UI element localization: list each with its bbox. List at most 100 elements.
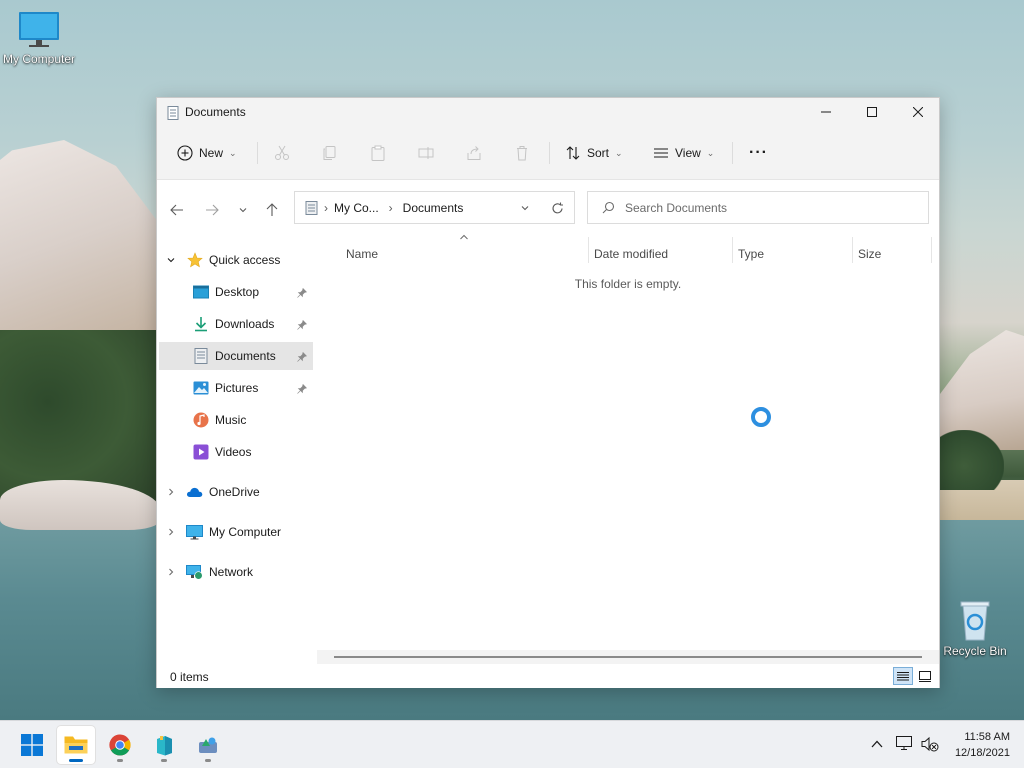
start-button[interactable] bbox=[13, 726, 51, 764]
share-button[interactable] bbox=[466, 138, 482, 168]
recent-locations-button[interactable] bbox=[232, 199, 254, 221]
network-status-button[interactable] bbox=[894, 733, 916, 755]
chevron-down-icon: ⌄ bbox=[615, 147, 623, 158]
nav-label: Music bbox=[215, 413, 247, 427]
music-icon bbox=[193, 412, 209, 428]
details-view-button[interactable] bbox=[893, 667, 913, 685]
taskbar-chrome[interactable] bbox=[101, 726, 139, 764]
cut-icon bbox=[275, 145, 289, 160]
taskbar-app-extra[interactable] bbox=[189, 726, 227, 764]
empty-folder-message: This folder is empty. bbox=[574, 277, 682, 291]
column-divider[interactable] bbox=[732, 237, 733, 263]
breadcrumb-item[interactable]: Documents bbox=[403, 201, 464, 215]
nav-my-computer[interactable]: My Computer bbox=[159, 518, 313, 546]
back-button[interactable] bbox=[166, 199, 188, 221]
view-list-icon bbox=[654, 148, 668, 158]
breadcrumb-separator-icon: › bbox=[324, 200, 328, 215]
videos-icon bbox=[193, 444, 209, 460]
nav-label: Quick access bbox=[209, 253, 281, 267]
refresh-icon[interactable] bbox=[551, 202, 564, 215]
nav-label: Documents bbox=[215, 349, 276, 363]
chevron-right-icon bbox=[169, 488, 174, 496]
network-disconnected-icon bbox=[896, 736, 912, 750]
details-view-icon bbox=[897, 672, 909, 681]
column-label: Type bbox=[738, 247, 765, 261]
chevron-down-icon[interactable] bbox=[520, 203, 530, 213]
clock-time: 11:58 AM bbox=[964, 731, 1010, 743]
column-header-type[interactable]: Type bbox=[738, 242, 764, 266]
nav-quick-access[interactable]: Quick access bbox=[159, 246, 313, 274]
chevron-down-icon: ⌄ bbox=[229, 147, 237, 158]
close-button[interactable] bbox=[895, 98, 941, 126]
search-box[interactable]: Search Documents bbox=[587, 191, 929, 224]
column-header-date-modified[interactable]: Date modified bbox=[594, 242, 668, 266]
delete-button[interactable] bbox=[514, 138, 530, 168]
nav-item-downloads[interactable]: Downloads bbox=[159, 310, 313, 338]
column-divider[interactable] bbox=[931, 237, 932, 263]
rename-icon bbox=[418, 147, 434, 159]
pin-icon[interactable] bbox=[297, 287, 308, 301]
more-options-button[interactable]: ··· bbox=[749, 138, 768, 168]
thumbnail-view-icon bbox=[919, 670, 931, 682]
star-icon bbox=[187, 252, 203, 268]
taskbar-clock[interactable]: 11:58 AM 12/18/2021 bbox=[955, 729, 1010, 761]
nav-item-pictures[interactable]: Pictures bbox=[159, 374, 313, 402]
toolbar-divider bbox=[549, 142, 550, 164]
rename-button[interactable] bbox=[418, 138, 434, 168]
minimize-button[interactable] bbox=[803, 98, 849, 126]
desktop-folder-icon bbox=[193, 285, 209, 299]
show-hidden-icons-button[interactable] bbox=[866, 733, 888, 755]
documents-icon bbox=[194, 348, 208, 364]
forward-button[interactable] bbox=[201, 199, 223, 221]
desktop-icon-label: My Computer bbox=[2, 52, 76, 66]
nav-item-desktop[interactable]: Desktop bbox=[159, 278, 313, 306]
pin-icon[interactable] bbox=[297, 383, 308, 397]
view-button[interactable]: View ⌄ bbox=[653, 138, 714, 168]
nav-label: Downloads bbox=[215, 317, 275, 331]
app-icon bbox=[199, 737, 217, 753]
chrome-icon bbox=[109, 734, 131, 756]
horizontal-scrollbar[interactable] bbox=[317, 650, 939, 664]
running-indicator bbox=[117, 759, 123, 762]
maximize-button[interactable] bbox=[849, 98, 895, 126]
taskbar-app-installer[interactable] bbox=[145, 726, 183, 764]
paste-button[interactable] bbox=[370, 138, 386, 168]
download-icon bbox=[195, 317, 207, 332]
address-bar[interactable]: › My Co... › Documents bbox=[294, 191, 575, 224]
windows-start-icon bbox=[21, 734, 43, 756]
arrow-up-icon bbox=[266, 203, 278, 216]
column-header-size[interactable]: Size bbox=[858, 242, 881, 266]
sort-button[interactable]: Sort ⌄ bbox=[565, 138, 623, 168]
toolbar-divider bbox=[257, 142, 258, 164]
pin-icon[interactable] bbox=[297, 319, 308, 333]
scrollbar-thumb[interactable] bbox=[334, 656, 922, 658]
chevron-down-icon: ⌄ bbox=[706, 147, 715, 158]
nav-item-videos[interactable]: Videos bbox=[159, 438, 313, 466]
nav-network[interactable]: Network bbox=[159, 558, 313, 586]
column-divider[interactable] bbox=[852, 237, 853, 263]
nav-label: Videos bbox=[215, 445, 252, 459]
volume-muted-icon bbox=[921, 736, 939, 752]
column-divider[interactable] bbox=[588, 237, 589, 263]
desktop-icon-my-computer[interactable]: My Computer bbox=[0, 10, 81, 66]
cloud-icon bbox=[186, 487, 203, 497]
nav-item-music[interactable]: Music bbox=[159, 406, 313, 434]
nav-onedrive[interactable]: OneDrive bbox=[159, 478, 313, 506]
search-placeholder: Search Documents bbox=[625, 200, 728, 215]
new-button[interactable]: New ⌄ bbox=[177, 138, 237, 168]
volume-button[interactable] bbox=[919, 733, 941, 755]
column-header-name[interactable]: Name bbox=[346, 242, 378, 266]
package-icon bbox=[157, 736, 172, 756]
desktop-icon-recycle-bin[interactable]: Recycle Bin bbox=[933, 598, 1017, 658]
pin-icon[interactable] bbox=[297, 351, 308, 365]
cut-button[interactable] bbox=[274, 138, 290, 168]
thumbnail-view-button[interactable] bbox=[915, 667, 935, 685]
nav-item-documents[interactable]: Documents bbox=[159, 342, 313, 370]
copy-icon bbox=[323, 146, 336, 160]
file-list[interactable]: Name Date modified Type Size This folder… bbox=[317, 234, 939, 650]
up-button[interactable] bbox=[261, 199, 283, 221]
copy-button[interactable] bbox=[322, 138, 338, 168]
taskbar-file-explorer[interactable] bbox=[57, 726, 95, 764]
breadcrumb-item[interactable]: My Co... bbox=[334, 201, 379, 215]
title-bar[interactable]: Documents bbox=[157, 98, 939, 126]
